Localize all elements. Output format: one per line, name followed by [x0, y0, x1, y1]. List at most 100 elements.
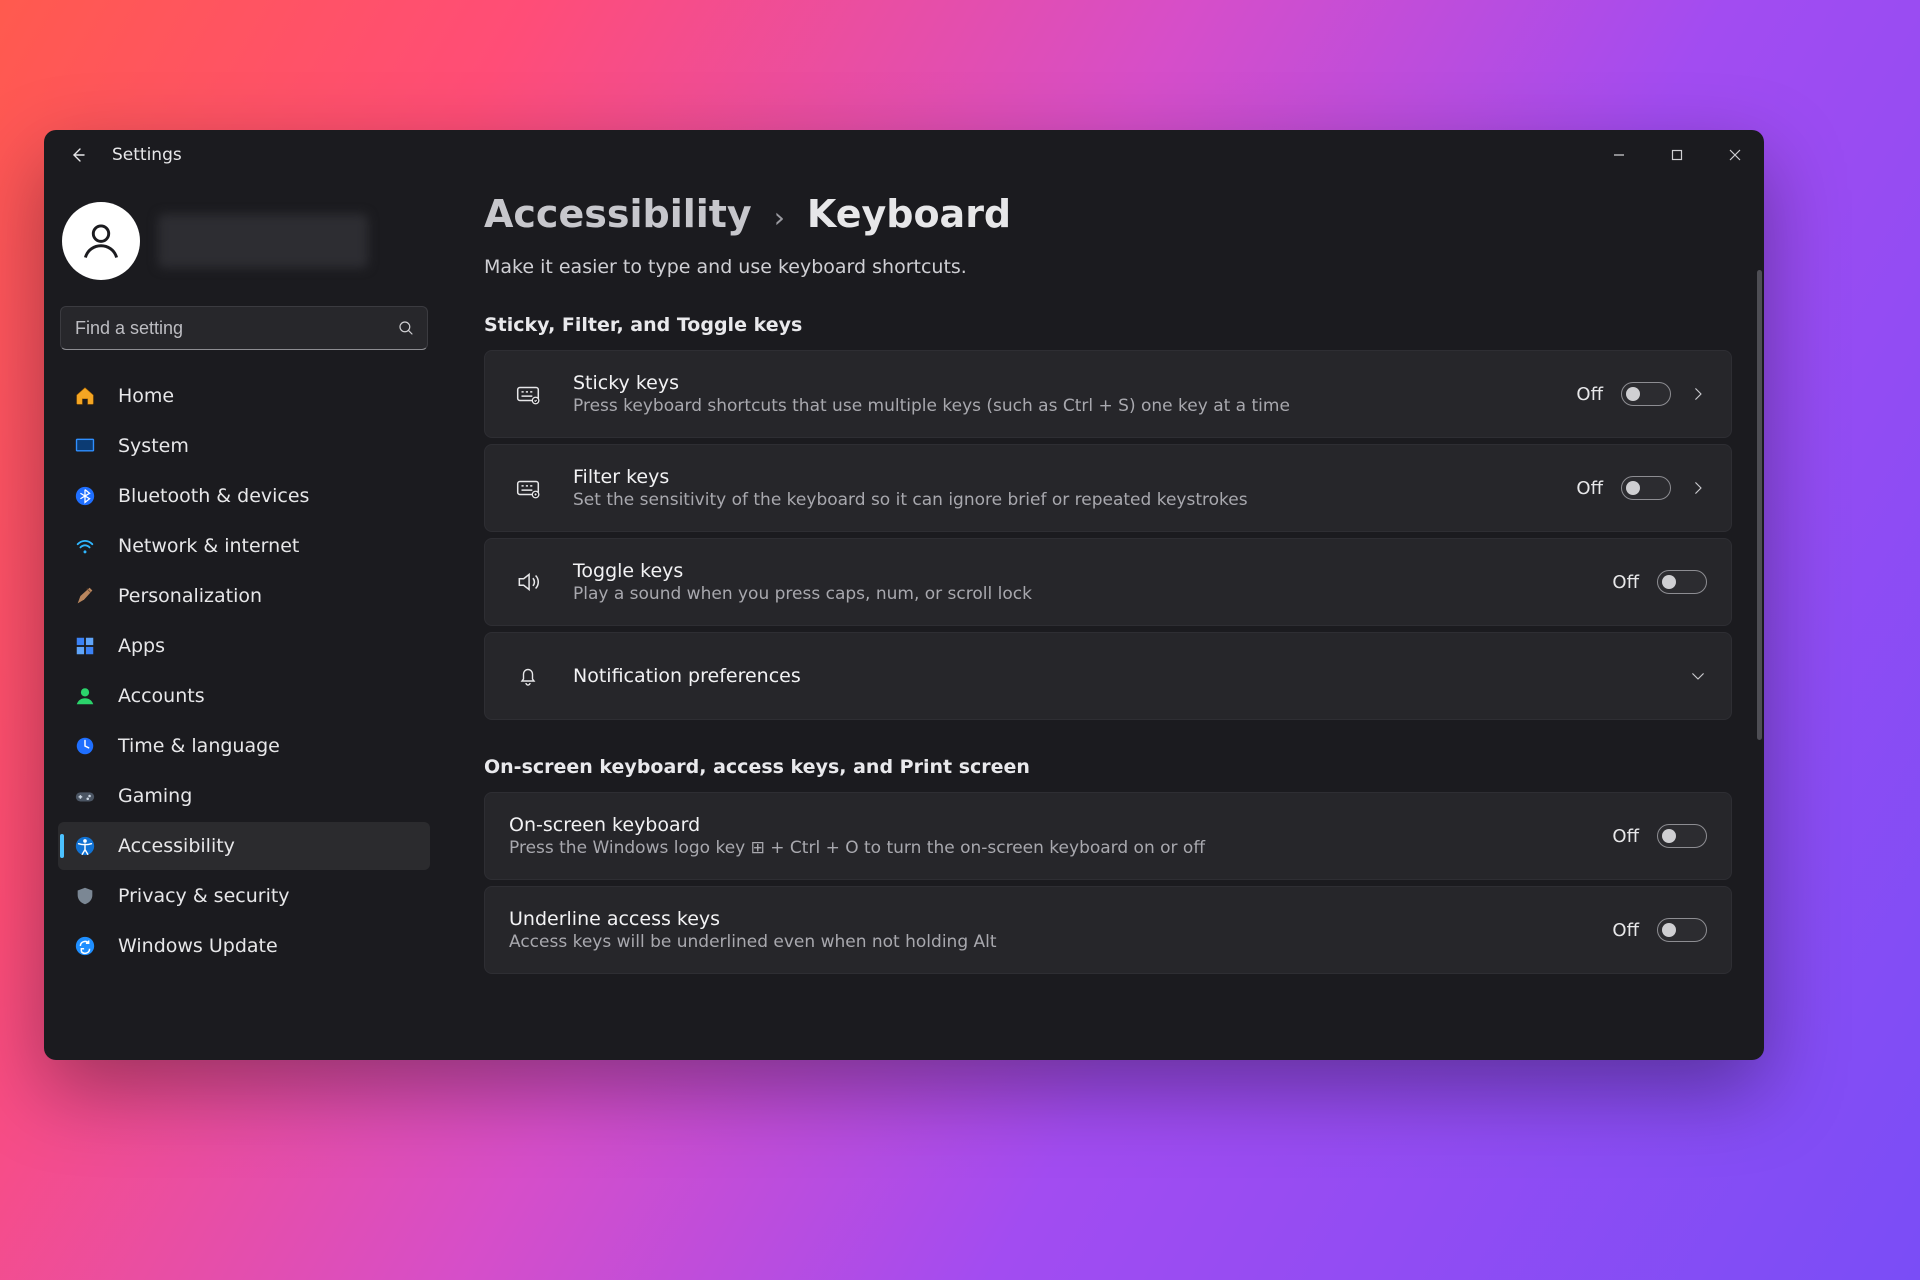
chevron-right-icon — [1689, 385, 1707, 403]
setting-title: Underline access keys — [509, 908, 1586, 930]
sidebar-item-label: Gaming — [118, 785, 192, 807]
bell-icon — [509, 664, 547, 688]
back-icon — [70, 147, 86, 163]
sidebar-item-system[interactable]: System — [58, 422, 430, 470]
setting-description: Play a sound when you press caps, num, o… — [573, 584, 1586, 604]
expand-button[interactable] — [1689, 385, 1707, 403]
section-title: On-screen keyboard, access keys, and Pri… — [484, 756, 1758, 778]
setting-title: Notification preferences — [573, 665, 1663, 687]
gaming-icon — [72, 783, 98, 809]
toggle-switch[interactable] — [1621, 476, 1671, 500]
chevron-right-icon: › — [774, 201, 785, 234]
sidebar-item-bluetooth-devices[interactable]: Bluetooth & devices — [58, 472, 430, 520]
sidebar-item-label: Bluetooth & devices — [118, 485, 309, 507]
titlebar: Settings — [44, 130, 1764, 180]
toggle-state-label: Off — [1612, 572, 1639, 593]
sidebar-item-personalization[interactable]: Personalization — [58, 572, 430, 620]
window-title: Settings — [112, 145, 182, 165]
person-icon — [79, 219, 123, 263]
sidebar-item-home[interactable]: Home — [58, 372, 430, 420]
setting-title: On-screen keyboard — [509, 814, 1586, 836]
toggle-state-label: Off — [1612, 920, 1639, 941]
toggle-switch[interactable] — [1657, 918, 1707, 942]
keyboard-sticky-icon — [509, 381, 547, 407]
personalization-icon — [72, 583, 98, 609]
sidebar-item-label: Apps — [118, 635, 165, 657]
expand-button[interactable] — [1689, 667, 1707, 685]
setting-row-notification-preferences[interactable]: Notification preferences — [484, 632, 1732, 720]
minimize-button[interactable] — [1590, 135, 1648, 175]
close-icon — [1729, 149, 1741, 161]
setting-row-underline-access-keys: Underline access keysAccess keys will be… — [484, 886, 1732, 974]
sidebar-nav: Home System Bluetooth & devices Network & i… — [58, 372, 430, 970]
sidebar-item-label: Personalization — [118, 585, 262, 607]
setting-description: Set the sensitivity of the keyboard so i… — [573, 490, 1550, 510]
system-icon — [72, 433, 98, 459]
search-box[interactable] — [60, 306, 428, 350]
close-button[interactable] — [1706, 135, 1764, 175]
page-subtitle: Make it easier to type and use keyboard … — [484, 256, 1758, 278]
minimize-icon — [1613, 149, 1625, 161]
toggle-state-label: Off — [1612, 826, 1639, 847]
chevron-down-icon — [1689, 667, 1707, 685]
toggle-switch[interactable] — [1657, 570, 1707, 594]
sidebar-item-label: Windows Update — [118, 935, 278, 957]
page-title: Keyboard — [807, 192, 1011, 236]
toggle-state-label: Off — [1576, 384, 1603, 405]
apps-icon — [72, 633, 98, 659]
setting-row-sticky-keys[interactable]: Sticky keysPress keyboard shortcuts that… — [484, 350, 1732, 438]
scrollbar[interactable] — [1752, 270, 1762, 1054]
setting-description: Press keyboard shortcuts that use multip… — [573, 396, 1550, 416]
accounts-icon — [72, 683, 98, 709]
sidebar-item-label: Time & language — [118, 735, 280, 757]
maximize-button[interactable] — [1648, 135, 1706, 175]
sidebar-item-label: Network & internet — [118, 535, 299, 557]
main-pane: Accessibility › Keyboard Make it easier … — [444, 180, 1764, 1060]
sidebar-item-privacy-security[interactable]: Privacy & security — [58, 872, 430, 920]
sidebar-item-time-language[interactable]: Time & language — [58, 722, 430, 770]
setting-row-filter-keys[interactable]: Filter keysSet the sensitivity of the ke… — [484, 444, 1732, 532]
setting-title: Toggle keys — [573, 560, 1586, 582]
sidebar-item-accounts[interactable]: Accounts — [58, 672, 430, 720]
privacy-icon — [72, 883, 98, 909]
sidebar-item-windows-update[interactable]: Windows Update — [58, 922, 430, 970]
back-button[interactable] — [62, 139, 94, 171]
setting-title: Filter keys — [573, 466, 1550, 488]
settings-window: Settings — [44, 130, 1764, 1060]
time-icon — [72, 733, 98, 759]
toggle-switch[interactable] — [1621, 382, 1671, 406]
toggle-switch[interactable] — [1657, 824, 1707, 848]
update-icon — [72, 933, 98, 959]
bluetooth-icon — [72, 483, 98, 509]
sidebar-item-label: Accessibility — [118, 835, 235, 857]
sound-icon — [509, 569, 547, 595]
home-icon — [72, 383, 98, 409]
sidebar-item-label: Accounts — [118, 685, 205, 707]
avatar — [62, 202, 140, 280]
profile[interactable] — [58, 196, 430, 298]
breadcrumb-parent[interactable]: Accessibility — [484, 192, 752, 236]
expand-button[interactable] — [1689, 479, 1707, 497]
chevron-right-icon — [1689, 479, 1707, 497]
accessibility-icon — [72, 833, 98, 859]
sidebar-item-gaming[interactable]: Gaming — [58, 772, 430, 820]
sidebar-item-label: Privacy & security — [118, 885, 290, 907]
setting-row-toggle-keys: Toggle keysPlay a sound when you press c… — [484, 538, 1732, 626]
window-controls — [1590, 135, 1764, 175]
search-icon — [397, 319, 415, 337]
scroll-thumb[interactable] — [1757, 270, 1762, 740]
sidebar-item-apps[interactable]: Apps — [58, 622, 430, 670]
search-input[interactable] — [75, 318, 383, 339]
setting-title: Sticky keys — [573, 372, 1550, 394]
sidebar-item-label: System — [118, 435, 189, 457]
sidebar-item-network-internet[interactable]: Network & internet — [58, 522, 430, 570]
maximize-icon — [1671, 149, 1683, 161]
sidebar-item-accessibility[interactable]: Accessibility — [58, 822, 430, 870]
breadcrumb: Accessibility › Keyboard — [484, 192, 1758, 236]
sidebar-item-label: Home — [118, 385, 174, 407]
network-icon — [72, 533, 98, 559]
setting-description: Press the Windows logo key ⊞ + Ctrl + O … — [509, 838, 1586, 858]
keyboard-filter-icon — [509, 475, 547, 501]
toggle-state-label: Off — [1576, 478, 1603, 499]
setting-description: Access keys will be underlined even when… — [509, 932, 1586, 952]
